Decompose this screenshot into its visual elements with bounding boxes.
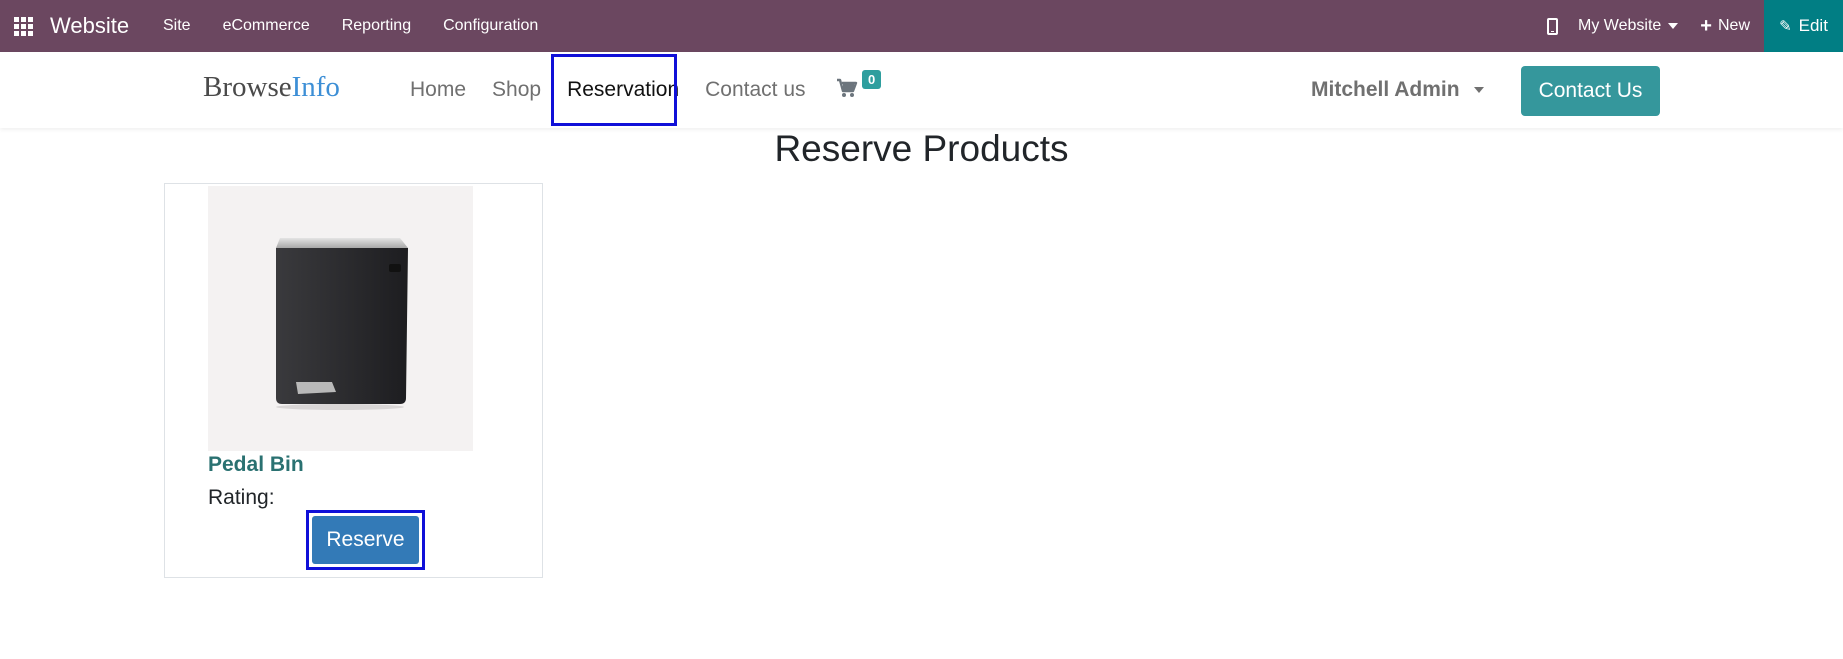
logo-browse: Browse	[203, 71, 292, 103]
cart-link[interactable]: 0	[836, 70, 882, 98]
admin-topbar: Website Site eCommerce Reporting Configu…	[0, 0, 1843, 52]
user-name: Mitchell Admin	[1311, 78, 1460, 101]
nav-home[interactable]: Home	[410, 78, 466, 102]
logo-info: Info	[291, 71, 340, 103]
nav-reservation[interactable]: Reservation	[567, 78, 679, 102]
caret-down-icon	[1473, 87, 1484, 93]
nav-shop[interactable]: Shop	[492, 78, 541, 102]
edit-button[interactable]: ✎ Edit	[1764, 0, 1843, 52]
product-card: Pedal Bin Rating: Reserve	[164, 183, 543, 578]
top-menu: Site eCommerce Reporting Configuration	[163, 0, 570, 52]
contact-us-button[interactable]: Contact Us	[1521, 66, 1660, 116]
new-button-label: New	[1717, 17, 1750, 34]
reserve-button[interactable]: Reserve	[312, 516, 419, 564]
product-name-link[interactable]: Pedal Bin	[208, 453, 304, 477]
site-header: BrowseInfo Home Shop Reservation Contact…	[0, 52, 1843, 128]
rating-label: Rating:	[208, 486, 275, 509]
site-logo[interactable]: BrowseInfo	[203, 71, 340, 104]
top-menu-configuration[interactable]: Configuration	[443, 17, 538, 35]
pedal-bin-illustration	[276, 238, 408, 410]
website-selector-label: My Website	[1578, 17, 1662, 34]
plus-icon: +	[1700, 15, 1712, 37]
page-title: Reserve Products	[774, 128, 1069, 169]
top-menu-site[interactable]: Site	[163, 17, 191, 35]
mobile-phone-icon[interactable]	[1547, 17, 1559, 35]
grid-apps-icon[interactable]	[14, 17, 33, 36]
top-menu-reporting[interactable]: Reporting	[342, 17, 411, 35]
caret-down-icon	[1668, 23, 1679, 29]
new-button[interactable]: + New	[1700, 16, 1750, 36]
pencil-icon: ✎	[1779, 18, 1792, 35]
pedal-bin-image[interactable]	[208, 186, 473, 451]
user-menu[interactable]: Mitchell Admin	[1311, 78, 1484, 102]
cart-count-badge: 0	[862, 70, 882, 89]
app-brand[interactable]: Website	[50, 13, 129, 39]
reserve-button-highlight: Reserve	[306, 510, 425, 570]
nav-contact-us[interactable]: Contact us	[705, 78, 805, 102]
top-menu-ecommerce[interactable]: eCommerce	[223, 17, 310, 35]
topbar-tools: My Website + New ✎ Edit	[1547, 0, 1843, 52]
edit-button-label: Edit	[1798, 16, 1828, 35]
shopping-cart-icon	[837, 78, 858, 97]
website-selector[interactable]: My Website	[1578, 17, 1679, 35]
main-nav: Home Shop Reservation Contact us	[410, 52, 832, 128]
